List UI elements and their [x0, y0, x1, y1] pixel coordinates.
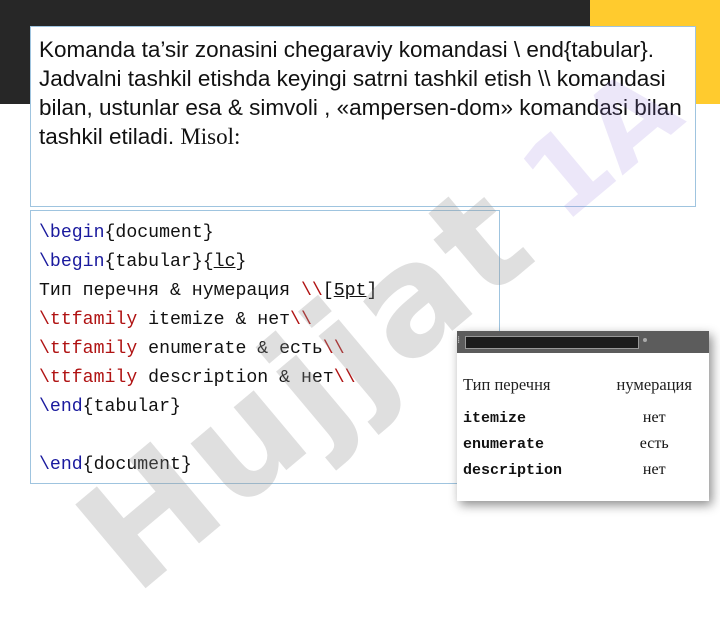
code-line: \ttfamily itemize & нет\\	[39, 306, 499, 335]
code-token: \begin	[39, 252, 105, 272]
viewer-toolbar: ⁞	[457, 331, 709, 353]
preview-header-numbering: нумерация	[616, 375, 692, 394]
code-token: \\	[290, 310, 312, 330]
code-token: \end	[39, 455, 83, 475]
preview-row: enumerate есть	[463, 431, 707, 457]
preview-table: Тип перечня нумерация itemize нет enumer…	[463, 375, 707, 483]
code-token: \ttfamily	[39, 368, 138, 388]
code-token: enumerate & есть	[137, 339, 323, 359]
code-token: 5pt	[333, 281, 367, 301]
code-token: lc	[213, 252, 236, 272]
code-line: \begin{document}	[39, 219, 499, 248]
code-token: description & нет	[137, 368, 334, 388]
preview-row: description нет	[463, 457, 707, 483]
code-listing: \begin{document} \begin{tabular}{lc} Тип п…	[30, 210, 500, 484]
preview-row: itemize нет	[463, 405, 707, 431]
code-line: Тип перечня & нумерация \\[5pt]	[39, 277, 499, 306]
code-token: Тип перечня & нумерация	[39, 281, 301, 301]
preview-cell-env: enumerate	[463, 435, 545, 453]
code-line: \ttfamily enumerate & есть\\	[39, 335, 499, 364]
misol-label: Misol:	[180, 124, 241, 149]
code-line: \ttfamily description & нет\\	[39, 364, 499, 393]
rendered-output-preview: ⁞ Тип перечня нумерация itemize нет enum…	[457, 331, 709, 501]
code-line: \end{tabular}	[39, 393, 499, 422]
code-token: [	[322, 281, 334, 301]
toolbar-dot-icon	[643, 338, 647, 342]
preview-cell-numbering: есть	[639, 435, 669, 452]
preview-cell-env: itemize	[463, 409, 527, 427]
code-token: \begin	[39, 223, 105, 243]
preview-cell-env: description	[463, 461, 563, 479]
code-token: \ttfamily	[39, 310, 138, 330]
toolbar-edge-icon: ⁞	[457, 335, 461, 346]
preview-cell-numbering: нет	[642, 409, 666, 426]
description-box: Komanda ta’sir zonasini chegaraviy koman…	[30, 26, 696, 207]
code-token: \end	[39, 397, 83, 417]
description-text: Komanda ta’sir zonasini chegaraviy koman…	[39, 37, 682, 149]
code-line: \begin{tabular}{lc}	[39, 248, 499, 277]
code-token: {tabular}{	[104, 252, 214, 272]
code-token: }	[235, 252, 247, 272]
code-token: {document}	[104, 223, 214, 243]
code-token: \\	[333, 368, 356, 388]
code-token: {document}	[82, 455, 192, 475]
code-token: {tabular}	[82, 397, 181, 417]
code-line: \end{document}	[39, 451, 499, 480]
code-token: \\	[300, 281, 323, 301]
code-token: ]	[366, 281, 378, 301]
code-token: \ttfamily	[39, 339, 138, 359]
preview-header-type: Тип перечня	[463, 375, 551, 394]
code-token: \\	[322, 339, 345, 359]
code-token: itemize & нет	[137, 310, 291, 330]
toolbar-field[interactable]	[465, 336, 639, 349]
preview-cell-numbering: нет	[642, 461, 666, 478]
